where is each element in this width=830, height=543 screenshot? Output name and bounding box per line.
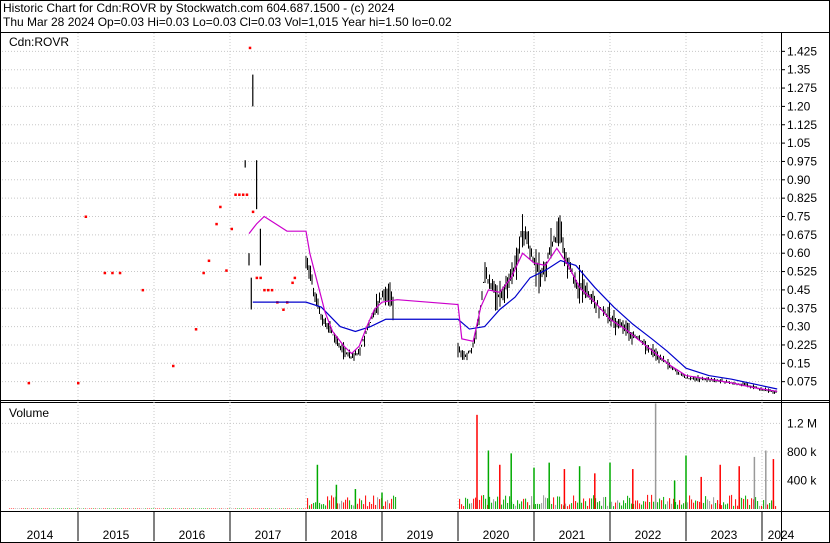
chart-frame bbox=[0, 0, 830, 543]
y-tick-label: 0.375 bbox=[787, 301, 817, 315]
y-tick-label: 0.60 bbox=[787, 246, 811, 260]
x-tick-label: 2014 bbox=[27, 528, 54, 542]
x-tick-label: 2017 bbox=[255, 528, 282, 542]
y-tick-label: 0.75 bbox=[787, 210, 811, 224]
x-tick-label: 2020 bbox=[483, 528, 510, 542]
price-dot bbox=[103, 271, 107, 275]
y-tick-label: 1.20 bbox=[787, 99, 811, 113]
y-tick-label: 1.125 bbox=[787, 118, 817, 132]
price-dot bbox=[248, 46, 252, 50]
volume-tick-label: 400 k bbox=[787, 473, 817, 487]
stock-chart: 2014 2015 2016 2017 2018 2019 2020 2021 2022 2023… bbox=[0, 0, 830, 543]
price-dot bbox=[118, 271, 122, 275]
y-tick-label: 1.425 bbox=[787, 44, 817, 58]
price-dot bbox=[111, 271, 114, 275]
price-dot bbox=[293, 276, 297, 280]
x-tick-label: 2022 bbox=[635, 528, 662, 542]
y-tick-label: 0.825 bbox=[787, 191, 817, 205]
chart-header-quote: Thu Mar 28 2024 Op=0.03 Hi=0.03 Lo=0.03 … bbox=[3, 15, 452, 29]
x-tick-label: 2019 bbox=[407, 528, 434, 542]
y-tick-label: 0.075 bbox=[787, 375, 817, 389]
volume-tick-label: 1.2 M bbox=[787, 416, 817, 430]
x-tick-label: 2023 bbox=[711, 528, 738, 542]
price-dot bbox=[255, 276, 259, 280]
chart-header-title: Historic Chart for Cdn:ROVR by Stockwatc… bbox=[3, 1, 395, 15]
price-dot bbox=[194, 328, 198, 331]
price-dot bbox=[230, 227, 234, 231]
y-tick-label: 0.15 bbox=[787, 356, 811, 370]
price-dot bbox=[270, 288, 274, 292]
price-dot bbox=[291, 281, 294, 285]
y-tick-label: 0.225 bbox=[787, 338, 817, 352]
price-dot bbox=[234, 193, 237, 196]
price-dot bbox=[282, 308, 285, 311]
price-dot bbox=[241, 193, 245, 196]
price-dot bbox=[84, 215, 88, 218]
x-tick-label: 2021 bbox=[559, 528, 586, 542]
price-panel-title: Cdn:ROVR bbox=[9, 35, 69, 49]
price-dot bbox=[27, 381, 31, 385]
x-tick-label: 2018 bbox=[331, 528, 358, 542]
price-dot bbox=[207, 259, 211, 263]
volume-panel-title: Volume bbox=[9, 406, 49, 420]
y-tick-label: 1.35 bbox=[787, 63, 811, 77]
y-tick-label: 0.45 bbox=[787, 283, 811, 297]
price-dot bbox=[215, 222, 218, 226]
price-dot bbox=[259, 276, 262, 280]
x-tick-label: 2016 bbox=[179, 528, 206, 542]
price-dot bbox=[245, 193, 249, 196]
y-tick-label: 0.30 bbox=[787, 320, 811, 334]
volume-tick-label: 800 k bbox=[787, 445, 817, 459]
price-dot bbox=[263, 288, 266, 292]
price-dot bbox=[251, 210, 255, 214]
price-dot bbox=[77, 381, 80, 385]
y-tick-label: 1.05 bbox=[787, 136, 811, 150]
y-tick-label: 0.675 bbox=[787, 228, 817, 242]
price-dot bbox=[267, 288, 270, 292]
price-dot bbox=[238, 193, 241, 196]
price-dot bbox=[202, 271, 205, 275]
y-tick-label: 0.975 bbox=[787, 154, 817, 168]
y-tick-label: 0.525 bbox=[787, 265, 817, 279]
y-tick-label: 0.90 bbox=[787, 173, 811, 187]
x-tick-label: 2024 bbox=[768, 528, 795, 542]
price-dot bbox=[141, 288, 145, 292]
price-dot bbox=[219, 205, 222, 209]
x-tick-label: 2015 bbox=[103, 528, 130, 542]
price-dot bbox=[225, 269, 228, 272]
y-tick-label: 1.275 bbox=[787, 81, 817, 95]
price-dot bbox=[172, 364, 175, 368]
